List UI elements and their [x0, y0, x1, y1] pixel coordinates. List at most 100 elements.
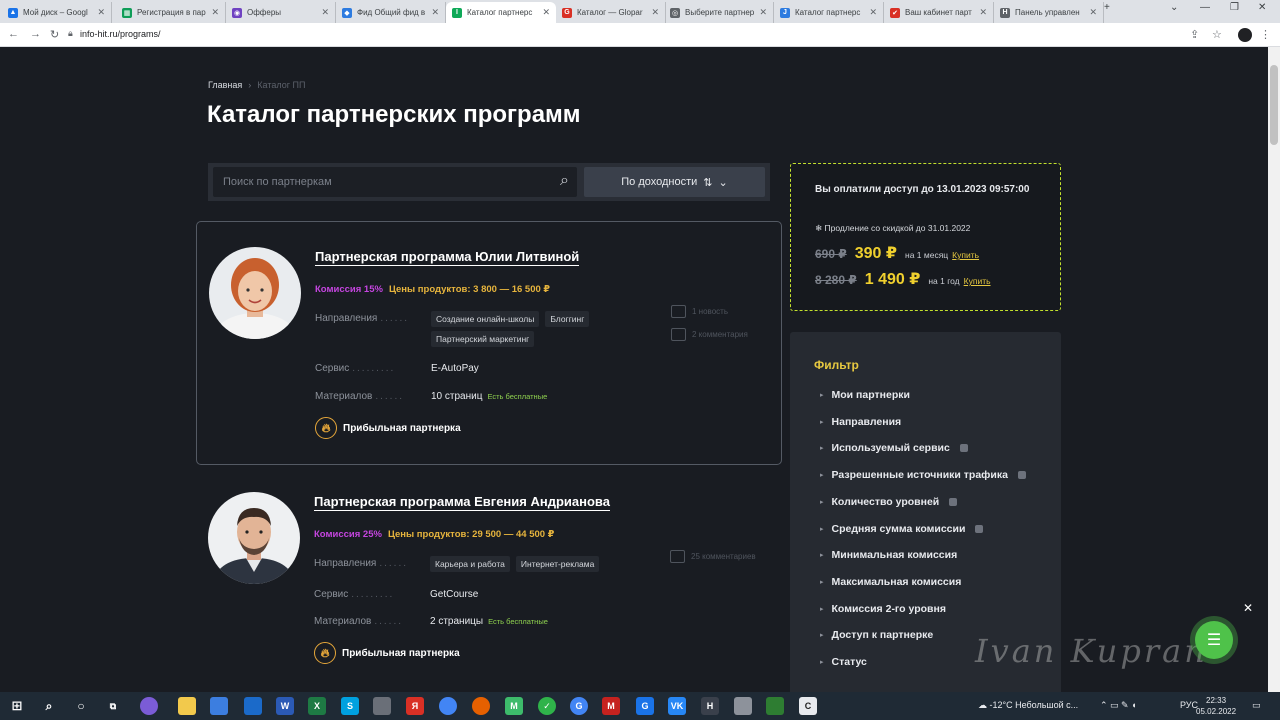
restore-icon[interactable]: ❐ — [1230, 2, 1239, 13]
browser-tab[interactable]: ▦ Регистрация в пар ✕ — [116, 2, 226, 23]
program-title[interactable]: Партнерская программа Юлии Литвиной — [315, 249, 580, 266]
google-icon[interactable]: G — [570, 697, 588, 715]
close-tab-icon[interactable]: ✕ — [211, 7, 219, 18]
minimize-icon[interactable]: — — [1200, 2, 1210, 13]
store-icon[interactable] — [210, 697, 228, 715]
word-icon[interactable]: W — [276, 697, 294, 715]
browser-tab[interactable]: ✔ Ваш кабинет парт ✕ — [884, 2, 994, 23]
app-icon[interactable]: M — [505, 697, 523, 715]
browser-tab[interactable]: ◎ Выберите партнер ✕ — [664, 2, 774, 23]
sort-button[interactable]: По доходности ⇅ ⌄ — [584, 167, 765, 197]
app-icon[interactable] — [140, 697, 158, 715]
browser-tab[interactable]: ◉ Офферы ✕ — [226, 2, 336, 23]
cortana-icon[interactable]: ○ — [72, 697, 90, 715]
buy-year-link[interactable]: Купить — [964, 276, 991, 286]
close-tab-icon[interactable]: ✕ — [321, 7, 329, 18]
info-icon[interactable] — [949, 497, 958, 506]
filter-item[interactable]: ▸ Средняя сумма комиссии — [820, 523, 984, 535]
program-card[interactable]: Партнерская программа Юлии Литвиной Коми… — [196, 221, 782, 465]
yandex-icon[interactable]: Я — [406, 697, 424, 715]
info-icon[interactable] — [959, 444, 968, 453]
browser-tab[interactable]: J Каталог партнерс ✕ — [774, 2, 884, 23]
close-window-icon[interactable]: ✕ — [1258, 2, 1266, 13]
filter-item[interactable]: ▸ Минимальная комиссия — [820, 549, 957, 561]
new-tab-button[interactable]: + — [1104, 2, 1110, 13]
scrollbar[interactable] — [1268, 47, 1280, 692]
forward-icon[interactable]: → — [30, 28, 41, 40]
close-tab-icon[interactable]: ✕ — [759, 7, 767, 18]
excel-icon[interactable]: X — [308, 697, 326, 715]
browser-tab[interactable]: G Каталог — Glopar ✕ — [556, 2, 666, 23]
scrollbar-thumb[interactable] — [1270, 65, 1278, 145]
close-chat-icon[interactable]: ✕ — [1243, 601, 1253, 615]
browser-tab[interactable]: ▲ Мой диск – Googl ✕ — [2, 2, 112, 23]
close-tab-icon[interactable]: ✕ — [97, 7, 105, 18]
filter-item[interactable]: ▸ Максимальная комиссия — [820, 576, 961, 588]
search-icon[interactable]: ⌕ — [40, 697, 58, 715]
close-tab-icon[interactable]: ✕ — [1089, 7, 1097, 18]
gmail-icon[interactable]: M — [602, 697, 620, 715]
firefox-icon[interactable] — [472, 697, 490, 715]
close-tab-icon[interactable]: ✕ — [431, 7, 439, 18]
app-icon[interactable]: C — [799, 697, 817, 715]
url-field[interactable]: info-hit.ru/programs/ — [80, 29, 161, 39]
comments-count[interactable]: 25 комментариев — [670, 550, 756, 563]
direction-tag[interactable]: Создание онлайн-школы — [431, 311, 540, 327]
menu-icon[interactable]: ⋮ — [1260, 28, 1271, 41]
filter-item[interactable]: ▸ Статус — [820, 656, 867, 668]
program-title[interactable]: Партнерская программа Евгения Андрианова — [314, 494, 610, 511]
search-icon[interactable]: ⌕ — [560, 172, 569, 190]
filter-item[interactable]: ▸ Используемый сервис — [820, 442, 968, 454]
browser-tab[interactable]: I Каталог партнерс ✕ — [446, 2, 556, 23]
breadcrumb-home[interactable]: Главная — [208, 80, 242, 90]
chrome-icon[interactable] — [439, 697, 457, 715]
direction-tag[interactable]: Карьера и работа — [430, 556, 510, 572]
search-input[interactable]: Поиск по партнеркам ⌕ — [213, 167, 577, 197]
skype-icon[interactable]: S — [341, 697, 359, 715]
direction-tag[interactable]: Блоггинг — [545, 311, 590, 327]
chevron-down-icon: ⌄ — [718, 176, 728, 189]
browser-tab[interactable]: H Панель управлен ✕ — [994, 2, 1104, 23]
direction-tag[interactable]: Интернет-реклама — [515, 556, 600, 572]
bookmark-star-icon[interactable]: ☆ — [1212, 28, 1222, 41]
direction-tag[interactable]: Партнерский маркетинг — [431, 331, 535, 347]
browser-tab[interactable]: ◆ Фид Общий фид в ✕ — [336, 2, 446, 23]
share-icon[interactable]: ⇪ — [1190, 28, 1199, 41]
notifications-icon[interactable]: ▭ — [1252, 700, 1261, 711]
back-icon[interactable]: ← — [8, 28, 19, 40]
task-view-icon[interactable]: ⧉ — [104, 697, 122, 715]
filter-item[interactable]: ▸ Комиссия 2-го уровня — [820, 603, 946, 615]
comments-count[interactable]: 2 комментария — [671, 328, 748, 341]
tab-search-icon[interactable]: ⌄ — [1170, 2, 1178, 13]
close-tab-icon[interactable]: ✕ — [651, 7, 659, 18]
filter-item[interactable]: ▸ Количество уровней — [820, 496, 958, 508]
close-tab-icon[interactable]: ✕ — [869, 7, 877, 18]
clock[interactable]: 22:33 05.02.2022 — [1196, 695, 1236, 717]
info-icon[interactable] — [975, 524, 984, 533]
weather-widget[interactable]: ☁︎ -12°C Небольшой с... — [978, 700, 1078, 711]
app-icon[interactable]: ✓ — [538, 697, 556, 715]
program-card[interactable]: Партнерская программа Евгения Андрианова… — [196, 467, 782, 692]
mail-icon[interactable] — [244, 697, 262, 715]
filter-item[interactable]: ▸ Доступ к партнерке — [820, 629, 933, 641]
file-explorer-icon[interactable] — [178, 697, 196, 715]
profile-avatar[interactable] — [1238, 28, 1252, 42]
reload-icon[interactable]: ↻ — [50, 28, 59, 41]
close-tab-icon[interactable]: ✕ — [979, 7, 987, 18]
close-tab-icon[interactable]: ✕ — [542, 7, 550, 18]
windows-start-icon[interactable]: ⊞ — [8, 697, 26, 715]
filter-item[interactable]: ▸ Направления — [820, 416, 901, 428]
filter-item[interactable]: ▸ Мои партнерки — [820, 389, 910, 401]
app-icon[interactable] — [766, 697, 784, 715]
chat-button[interactable]: ☰ — [1195, 621, 1233, 659]
app-icon[interactable]: H — [701, 697, 719, 715]
news-count[interactable]: 1 новость — [671, 305, 728, 318]
calculator-icon[interactable] — [734, 697, 752, 715]
filter-item[interactable]: ▸ Разрешенные источники трафика — [820, 469, 1026, 481]
app-icon[interactable] — [373, 697, 391, 715]
info-icon[interactable] — [1017, 471, 1026, 480]
buy-month-link[interactable]: Купить — [952, 250, 979, 260]
vk-icon[interactable]: VK — [668, 697, 686, 715]
tray-icons[interactable]: ⌃ ▭ ✎ ◖ — [1100, 700, 1137, 711]
translate-icon[interactable]: G — [636, 697, 654, 715]
